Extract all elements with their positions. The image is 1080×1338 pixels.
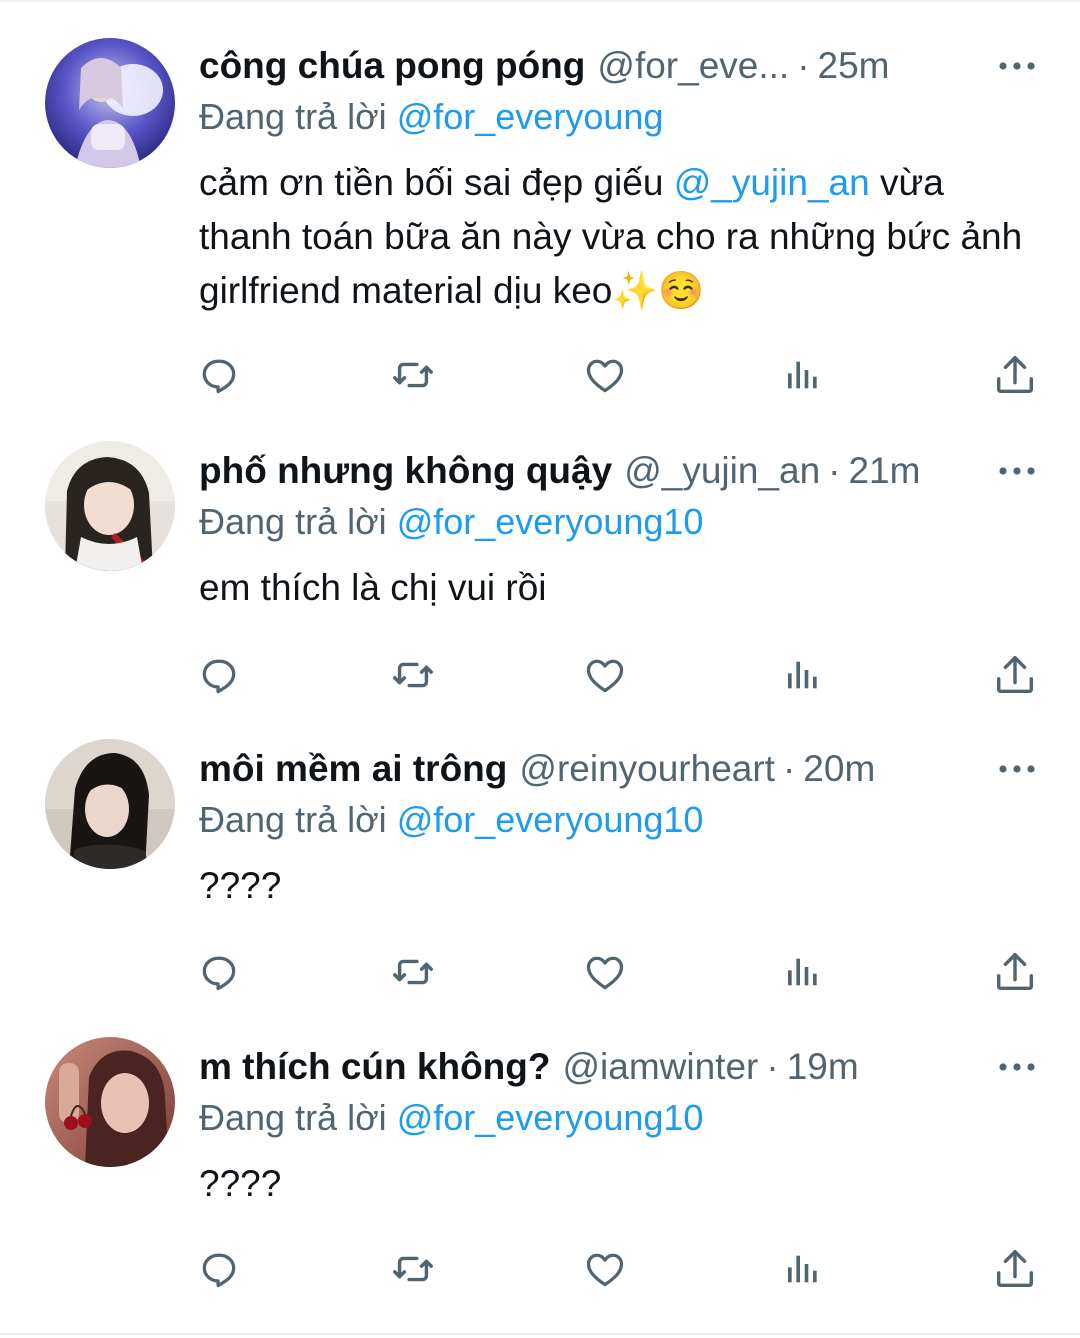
tweet-text-part: cảm ơn tiền bối sai đẹp giếu	[199, 162, 674, 203]
avatar[interactable]	[45, 739, 175, 869]
action-bar	[0, 1244, 1080, 1294]
timestamp[interactable]: 19m	[787, 1046, 859, 1088]
retweet-icon[interactable]	[388, 650, 438, 700]
bottom-divider	[0, 1333, 1080, 1335]
replying-to: Đang trả lời @for_everyoung10	[199, 1097, 703, 1139]
replying-to-handle[interactable]: @for_everyoung	[397, 96, 664, 137]
replying-prefix: Đang trả lời	[199, 1097, 387, 1138]
display-name[interactable]: môi mềm ai trông	[199, 748, 507, 790]
more-options-icon[interactable]	[996, 1053, 1038, 1081]
share-icon[interactable]	[990, 650, 1040, 700]
views-icon[interactable]	[778, 947, 828, 997]
tweet-header: phố nhưng không quậy @_yujin_an · 21m	[199, 443, 920, 499]
timestamp[interactable]: 21m	[848, 450, 920, 492]
display-name[interactable]: phố nhưng không quậy	[199, 450, 612, 492]
replying-prefix: Đang trả lời	[199, 96, 387, 137]
timestamp[interactable]: 25m	[818, 45, 890, 87]
mention-link[interactable]: @_yujin_an	[674, 162, 870, 203]
tweet-text: ????	[199, 865, 282, 906]
tweet-text: em thích là chị vui rồi	[199, 567, 547, 608]
replying-to: Đang trả lời @for_everyoung10	[199, 501, 703, 543]
reply-icon[interactable]	[194, 1244, 244, 1294]
replying-prefix: Đang trả lời	[199, 799, 387, 840]
retweet-icon[interactable]	[388, 1244, 438, 1294]
more-options-icon[interactable]	[996, 52, 1038, 80]
user-handle[interactable]: @reinyourheart	[519, 748, 775, 790]
share-icon[interactable]	[990, 1244, 1040, 1294]
replying-prefix: Đang trả lời	[199, 501, 387, 542]
more-options-icon[interactable]	[996, 457, 1038, 485]
like-icon[interactable]	[580, 1244, 630, 1294]
views-icon[interactable]	[778, 1244, 828, 1294]
user-handle[interactable]: @_yujin_an	[624, 450, 820, 492]
separator: ·	[782, 748, 796, 789]
replying-to-handle[interactable]: @for_everyoung10	[397, 501, 704, 542]
action-bar	[0, 650, 1080, 700]
display-name[interactable]: m thích cún không?	[199, 1046, 550, 1088]
replying-to: Đang trả lời @for_everyoung10	[199, 799, 703, 841]
tweet-header: m thích cún không? @iamwinter · 19m	[199, 1039, 859, 1095]
replying-to-handle[interactable]: @for_everyoung10	[397, 799, 704, 840]
separator: ·	[828, 450, 841, 491]
avatar[interactable]	[45, 38, 175, 168]
action-bar	[0, 350, 1080, 400]
avatar[interactable]	[45, 441, 175, 571]
views-icon[interactable]	[778, 350, 828, 400]
reply-icon[interactable]	[194, 650, 244, 700]
like-icon[interactable]	[580, 947, 630, 997]
separator: ·	[797, 45, 810, 86]
share-icon[interactable]	[990, 947, 1040, 997]
share-icon[interactable]	[990, 350, 1040, 400]
tweet-text: ????	[199, 1163, 282, 1204]
user-handle[interactable]: @iamwinter	[562, 1046, 758, 1088]
separator: ·	[766, 1046, 779, 1087]
replying-to: Đang trả lời @for_everyoung	[199, 96, 663, 138]
replying-to-handle[interactable]: @for_everyoung10	[397, 1097, 704, 1138]
avatar[interactable]	[45, 1037, 175, 1167]
action-bar	[0, 947, 1080, 997]
tweet-header: công chúa pong póng @for_eve... · 25m	[199, 38, 890, 94]
more-options-icon[interactable]	[996, 755, 1038, 783]
retweet-icon[interactable]	[388, 947, 438, 997]
views-icon[interactable]	[778, 650, 828, 700]
reply-icon[interactable]	[194, 947, 244, 997]
top-divider	[0, 0, 1080, 2]
user-handle[interactable]: @for_eve...	[597, 45, 789, 87]
tweet-header: môi mềm ai trông @reinyourheart · 20m	[199, 741, 875, 797]
display-name[interactable]: công chúa pong póng	[199, 45, 585, 87]
reply-icon[interactable]	[194, 350, 244, 400]
like-icon[interactable]	[580, 650, 630, 700]
like-icon[interactable]	[580, 350, 630, 400]
timestamp[interactable]: 20m	[803, 748, 875, 790]
tweet-text: cảm ơn tiền bối sai đẹp giếu @_yujin_an …	[199, 156, 1039, 318]
retweet-icon[interactable]	[388, 350, 438, 400]
